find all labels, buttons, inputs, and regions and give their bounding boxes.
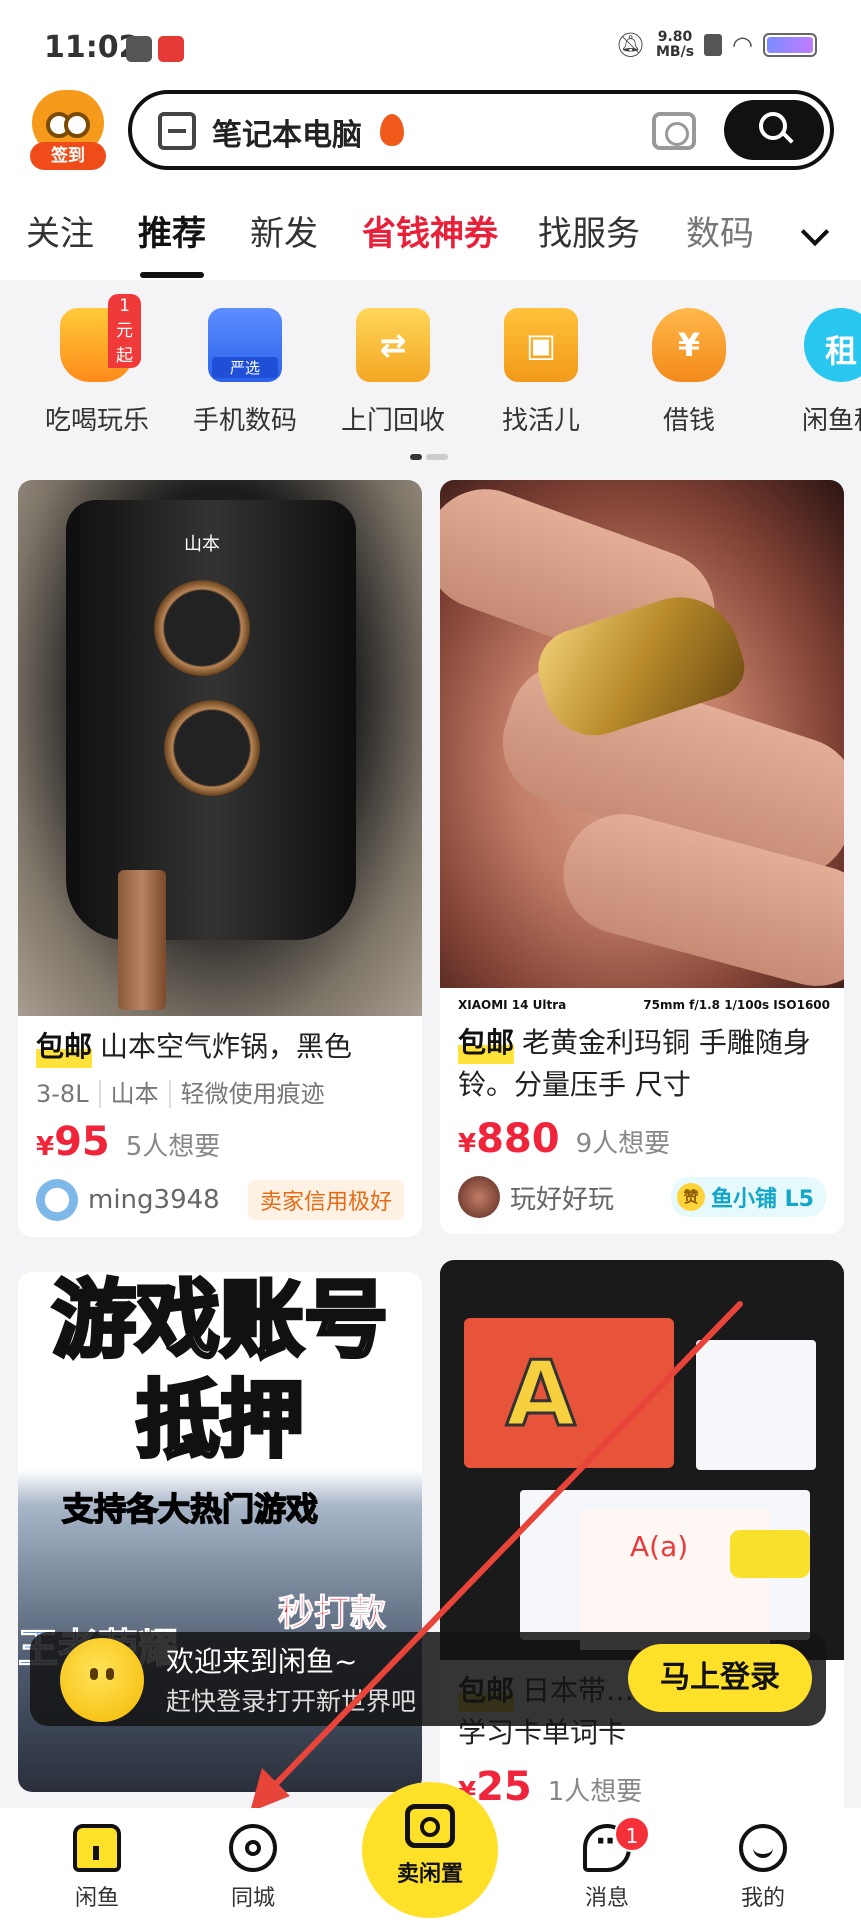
message-count-badge: 1 [614, 1816, 650, 1852]
category-food[interactable]: 1元起 吃喝玩乐 [32, 294, 162, 437]
tab-follow[interactable]: 关注 [26, 206, 94, 255]
category-loan[interactable]: ¥ 借钱 [624, 308, 754, 437]
category-recycle[interactable]: ⇄ 上门回收 [328, 308, 458, 437]
home-icon [73, 1824, 121, 1872]
status-bar: 11:02 🔕︎ 9.80 MB/s ◠ [0, 0, 861, 100]
login-button[interactable]: 马上登录 [628, 1644, 812, 1712]
nav-city[interactable]: 同城 [198, 1824, 308, 1912]
phone-icon: 严选 [208, 308, 282, 382]
camera-watermark: XIAOMI 14 Ultra 75mm f/1.8 1/100s ISO160… [440, 988, 844, 1022]
category-phones[interactable]: 严选 手机数码 [180, 308, 310, 437]
burger-icon: 1元起 [60, 294, 141, 382]
chevron-down-icon[interactable] [800, 217, 830, 247]
login-subtitle: 赶快登录打开新世界吧 [166, 1687, 417, 1716]
recycle-box-icon: ⇄ [356, 308, 430, 382]
product-image: 山本 [18, 480, 422, 1016]
wants-count: 5人想要 [125, 1132, 221, 1162]
login-prompt: 欢迎来到闲鱼~ 赶快登录打开新世界吧 马上登录 [30, 1632, 826, 1726]
product-card[interactable]: A A(a) 包邮日本带……语双语启蒙学习卡单词卡 ¥ 25 1人想要 [440, 1260, 844, 1826]
product-card[interactable]: XIAOMI 14 Ultra 75mm f/1.8 1/100s ISO160… [440, 480, 844, 1234]
page-indicator [410, 454, 448, 460]
scan-icon[interactable] [158, 112, 196, 150]
wifi-icon: ◠ [732, 31, 753, 59]
active-tab-indicator [140, 272, 204, 278]
notification-app-icon-red [158, 36, 184, 62]
rent-icon: 租 [804, 308, 861, 382]
search-row: 签到 笔记本电脑 [0, 88, 861, 172]
nav-me[interactable]: 我的 [708, 1824, 818, 1912]
wants-count: 1人想要 [547, 1777, 643, 1807]
seller-name[interactable]: 玩好好玩 [510, 1179, 671, 1216]
search-input[interactable]: 笔记本电脑 [212, 110, 362, 154]
yanxuan-badge: 严选 [212, 357, 278, 378]
seller-row: 玩好好玩 赞 鱼小铺 L5 [458, 1176, 826, 1218]
battery-icon [763, 33, 817, 57]
seller-row: ming3948 卖家信用极好 [36, 1179, 404, 1221]
product-attributes: 3-8L 山本 轻微使用痕迹 [36, 1074, 404, 1109]
category-tabs: 关注 推荐 新发 省钱神券 找服务 数码 [0, 192, 861, 278]
fire-icon [380, 114, 404, 146]
promo-badge: 1元起 [108, 294, 141, 368]
category-jobs[interactable]: ▣ 找活儿 [476, 308, 606, 437]
wants-count: 9人想要 [575, 1129, 671, 1159]
tab-services[interactable]: 找服务 [538, 206, 640, 255]
notification-app-icon [126, 36, 152, 62]
search-button[interactable] [724, 100, 824, 160]
product-image [440, 480, 844, 1000]
signin-label: 签到 [30, 142, 106, 170]
free-shipping-tag: 包邮 [36, 1026, 93, 1068]
location-icon [229, 1824, 277, 1872]
category-rent[interactable]: 租 闲鱼租 [776, 308, 861, 437]
shop-level-badge: 赞 鱼小铺 L5 [671, 1177, 826, 1217]
free-shipping-tag: 包邮 [458, 1022, 515, 1064]
nav-home[interactable]: 闲鱼 [42, 1824, 152, 1912]
camera-search-icon[interactable] [652, 112, 696, 150]
avatar[interactable] [458, 1176, 500, 1218]
credit-badge: 卖家信用极好 [247, 1180, 404, 1220]
mute-icon: 🔕︎ [615, 31, 646, 59]
seller-name[interactable]: ming3948 [88, 1185, 248, 1215]
price-row: ¥ 25 1人想要 [458, 1764, 826, 1810]
tab-coupons[interactable]: 省钱神券 [362, 206, 498, 255]
tab-digital[interactable]: 数码 [686, 206, 754, 255]
avatar[interactable] [36, 1179, 78, 1221]
top-area: 11:02 🔕︎ 9.80 MB/s ◠ 签到 笔记本电脑 关注 推荐 新发 省… [0, 0, 861, 280]
price: 880 [476, 1116, 560, 1162]
sell-button[interactable]: 卖闲置 [362, 1782, 498, 1918]
product-image: A A(a) [440, 1260, 844, 1660]
tab-recommend[interactable]: 推荐 [138, 206, 206, 255]
status-right: 🔕︎ 9.80 MB/s ◠ [616, 30, 817, 60]
smile-icon [739, 1824, 787, 1872]
tab-new[interactable]: 新发 [250, 206, 318, 255]
price-row: ¥ 95 5人想要 [36, 1119, 221, 1165]
product-title: 包邮 山本空气炸锅，黑色 [36, 1026, 404, 1068]
login-title: 欢迎来到闲鱼~ [166, 1645, 358, 1678]
mascot-icon [60, 1638, 144, 1722]
price: 25 [476, 1764, 532, 1810]
network-speed: 9.80 MB/s [655, 29, 695, 60]
camera-icon [405, 1804, 455, 1848]
app-screen: 11:02 🔕︎ 9.80 MB/s ◠ 签到 笔记本电脑 关注 推荐 新发 省… [0, 0, 861, 1920]
category-shortcuts: 1元起 吃喝玩乐 严选 手机数码 ⇄ 上门回收 ▣ 找活儿 ¥ 借钱 租 闲鱼租 [0, 280, 861, 460]
briefcase-icon: ▣ [504, 308, 578, 382]
money-bag-icon: ¥ [652, 308, 726, 382]
price: 95 [54, 1119, 110, 1165]
signin-button[interactable]: 签到 [28, 90, 108, 170]
product-card[interactable]: 山本 包邮 山本空气炸锅，黑色 3-8L 山本 轻微使用痕迹 ¥ 95 5人想要 mi… [18, 480, 422, 1237]
price-row: ¥ 880 9人想要 [458, 1116, 671, 1162]
product-title: 包邮 老黄金利玛铜 手雕随身铃。分量压手 尺寸 [458, 1022, 826, 1106]
sim-icon [704, 34, 723, 56]
search-box[interactable]: 笔记本电脑 [128, 90, 834, 170]
like-icon: 赞 [677, 1183, 705, 1211]
